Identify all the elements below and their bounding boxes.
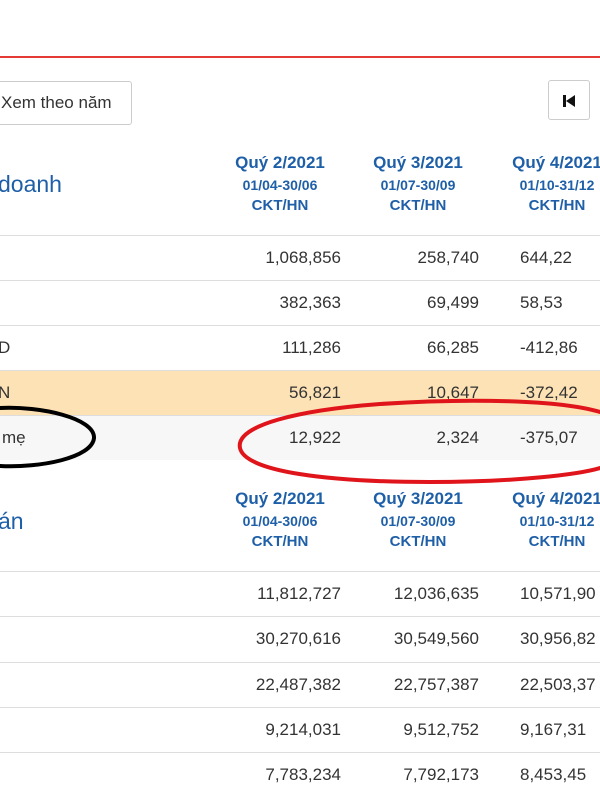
table-row: 7,783,234 7,792,173 8,453,45	[0, 752, 600, 797]
column-header: Quý 4/2021 01/10-31/12 CKT/HN	[487, 151, 600, 217]
column-range: 01/07-30/09	[380, 177, 456, 193]
view-by-year-button[interactable]: Xem theo năm	[0, 81, 132, 125]
cell-value: 7,792,173	[403, 765, 479, 784]
table-row: 30,270,616 30,549,560 30,956,82	[0, 616, 600, 661]
cell-value: 30,549,560	[393, 629, 479, 648]
column-header: Quý 2/2021 01/04-30/06 CKT/HN	[210, 487, 350, 553]
cell-value: 69,499	[427, 293, 479, 312]
cell-value: -375,07	[520, 428, 578, 447]
cell-value: 22,487,382	[255, 675, 341, 694]
cell-value: 258,740	[417, 248, 479, 267]
column-type: CKT/HN	[528, 197, 586, 214]
column-type: CKT/HN	[389, 197, 447, 214]
cell-value: 9,167,31	[520, 720, 587, 739]
cell-value: 2,324	[436, 428, 479, 447]
column-header: Quý 3/2021 01/07-30/09 CKT/HN	[348, 487, 488, 553]
cell-value: 7,783,234	[265, 765, 341, 784]
column-type: CKT/HN	[251, 533, 309, 550]
row-label: D	[0, 338, 11, 357]
cell-value: -372,42	[520, 383, 578, 402]
column-range: 01/04-30/06	[242, 513, 318, 529]
cell-value: 9,214,031	[265, 720, 341, 739]
cell-value: 30,270,616	[255, 629, 341, 648]
table-row: 382,363 69,499 58,53	[0, 280, 600, 325]
column-range: 01/04-30/06	[242, 177, 318, 193]
cell-value: 30,956,82	[520, 629, 596, 648]
cell-value: 382,363	[279, 293, 341, 312]
top-border-area	[0, 0, 600, 58]
cell-value: 11,812,727	[257, 584, 341, 603]
column-header: Quý 2/2021 01/04-30/06 CKT/HN	[210, 151, 350, 217]
column-quarter: Quý 2/2021	[235, 153, 325, 172]
section-title-balance: án	[0, 508, 24, 534]
column-type: CKT/HN	[389, 533, 447, 550]
first-page-button[interactable]	[548, 80, 590, 120]
table-row: 9,214,031 9,512,752 9,167,31	[0, 707, 600, 752]
column-range: 01/10-31/12	[519, 177, 595, 193]
table-row-highlighted: N 56,821 10,647 -372,42	[0, 370, 600, 415]
table-row: mẹ 12,922 2,324 -375,07	[0, 415, 600, 460]
column-quarter: Quý 3/2021	[373, 489, 463, 508]
column-header: Quý 3/2021 01/07-30/09 CKT/HN	[348, 151, 488, 217]
row-label: mẹ	[2, 428, 26, 447]
section-title-business: doanh	[0, 171, 62, 197]
table-row: 22,487,382 22,757,387 22,503,37	[0, 662, 600, 707]
skip-first-icon	[563, 95, 575, 107]
cell-value: 22,503,37	[520, 675, 596, 694]
cell-value: 10,571,90	[520, 584, 596, 603]
column-range: 01/07-30/09	[380, 513, 456, 529]
column-quarter: Quý 3/2021	[373, 153, 463, 172]
cell-value: 10,647	[427, 383, 479, 402]
cell-value: 1,068,856	[265, 248, 341, 267]
cell-value: 644,22	[520, 248, 572, 267]
column-type: CKT/HN	[251, 197, 309, 214]
cell-value: 12,036,635	[393, 584, 479, 603]
cell-value: 12,922	[289, 428, 341, 447]
accent-divider	[0, 56, 600, 58]
cell-value: -412,86	[520, 338, 578, 357]
cell-value: 66,285	[427, 338, 479, 357]
cell-value: 56,821	[289, 383, 341, 402]
column-quarter: Quý 4/2021	[512, 153, 600, 172]
cell-value: 8,453,45	[520, 765, 587, 784]
cell-value: 111,286	[282, 338, 341, 357]
column-quarter: Quý 4/2021	[512, 489, 600, 508]
column-range: 01/10-31/12	[519, 513, 595, 529]
column-type: CKT/HN	[528, 533, 586, 550]
cell-value: 22,757,387	[393, 675, 479, 694]
column-quarter: Quý 2/2021	[235, 489, 325, 508]
table-row: 1,068,856 258,740 644,22	[0, 235, 600, 280]
column-header: Quý 4/2021 01/10-31/12 CKT/HN	[487, 487, 600, 553]
cell-value: 9,512,752	[403, 720, 479, 739]
table-row: D 111,286 66,285 -412,86	[0, 325, 600, 370]
table-row: 11,812,727 12,036,635 10,571,90	[0, 571, 600, 616]
cell-value: 58,53	[520, 293, 563, 312]
row-label: N	[0, 383, 11, 402]
